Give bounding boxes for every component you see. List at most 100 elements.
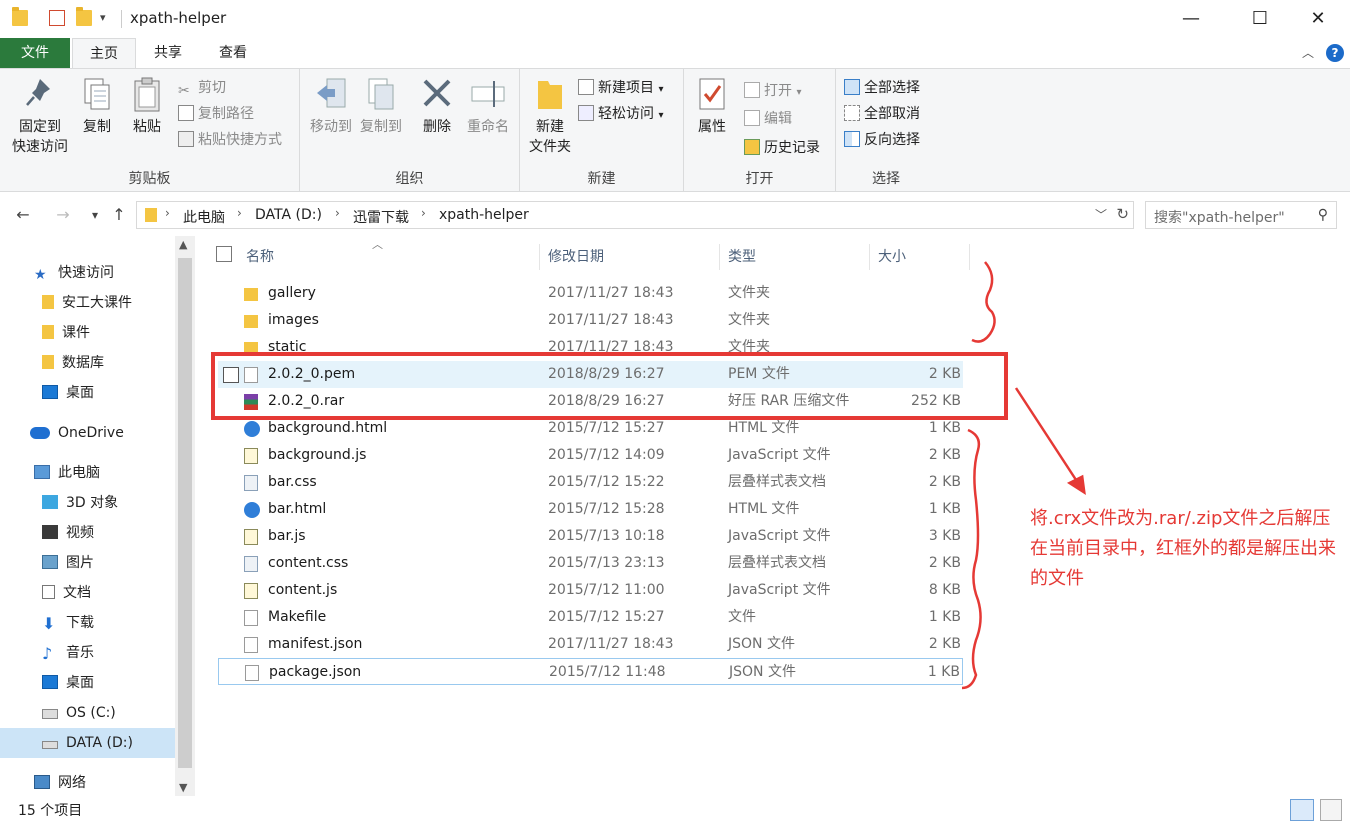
copy-to-button[interactable]: 复制到 bbox=[356, 75, 406, 137]
close-button[interactable]: ✕ bbox=[1295, 0, 1341, 38]
nav-label: DATA (D:) bbox=[66, 735, 133, 751]
star-icon: ★ bbox=[34, 267, 47, 283]
nav-item-videos[interactable]: 视频 bbox=[0, 518, 175, 548]
nav-item-course-1[interactable]: 安工大课件 bbox=[0, 288, 175, 318]
css-icon bbox=[244, 475, 258, 491]
nav-item-data-d[interactable]: DATA (D:) bbox=[0, 728, 175, 758]
nav-item-downloads[interactable]: ⬇ 下载 bbox=[0, 608, 175, 638]
nav-label: 桌面 bbox=[66, 675, 94, 691]
nav-item-desktop[interactable]: 桌面 bbox=[0, 668, 175, 698]
breadcrumb-this-pc[interactable]: 此电脑 bbox=[183, 207, 225, 227]
minimize-button[interactable]: — bbox=[1168, 0, 1214, 38]
scroll-up-icon[interactable]: ▲ bbox=[179, 238, 187, 251]
breadcrumb-xpath-helper[interactable]: xpath-helper bbox=[439, 207, 529, 223]
forward-button[interactable]: → bbox=[50, 202, 76, 228]
properties-button[interactable]: 属性 bbox=[692, 75, 732, 137]
delete-button[interactable]: 删除 bbox=[416, 75, 458, 137]
rename-button[interactable]: 重命名 bbox=[462, 75, 514, 137]
open-button[interactable]: 打开 ▾ bbox=[744, 79, 801, 103]
nav-item-desktop-quick[interactable]: 桌面 bbox=[0, 378, 175, 408]
tab-file[interactable]: 文件 bbox=[0, 38, 70, 68]
pin-quick-access-button[interactable]: 固定到 快速访问 bbox=[8, 75, 72, 157]
nav-item-os-c[interactable]: OS (C:) bbox=[0, 698, 175, 728]
address-input[interactable]: › 此电脑 › DATA (D:) › 迅雷下载 › xpath-helper … bbox=[136, 201, 1134, 229]
file-row[interactable]: bar.js 2015/7/13 10:18 JavaScript 文件 3 KB bbox=[218, 523, 963, 550]
select-all-button[interactable]: 全部选择 bbox=[844, 76, 920, 100]
up-button[interactable]: ↑ bbox=[106, 202, 132, 228]
nav-this-pc[interactable]: 此电脑 bbox=[0, 458, 175, 488]
file-row[interactable]: bar.html 2015/7/12 15:28 HTML 文件 1 KB bbox=[218, 496, 963, 523]
column-header-size[interactable]: 大小 bbox=[870, 244, 970, 270]
file-row[interactable]: package.json 2015/7/12 11:48 JSON 文件 1 KB bbox=[218, 658, 963, 685]
delete-icon bbox=[419, 75, 455, 113]
breadcrumb-data-drive[interactable]: DATA (D:) bbox=[255, 207, 322, 223]
breadcrumb-downloads[interactable]: 迅雷下载 bbox=[353, 207, 409, 227]
column-header-name[interactable]: 名称 bbox=[238, 244, 540, 270]
nav-network[interactable]: 网络 bbox=[0, 768, 175, 798]
invert-selection-button[interactable]: 反向选择 bbox=[844, 128, 920, 152]
copy-path-button[interactable]: 复制路径 bbox=[178, 102, 254, 126]
collapse-ribbon-icon[interactable]: ︿ bbox=[1302, 44, 1314, 61]
copy-path-icon bbox=[178, 105, 194, 121]
new-item-button[interactable]: 新建项目 ▾ bbox=[578, 76, 663, 100]
navigation-pane: ★ 快速访问 安工大课件 课件 数据库 桌面 OneDrive 此电脑 3D 对象… bbox=[0, 236, 196, 796]
file-row[interactable]: content.js 2015/7/12 11:00 JavaScript 文件 8 … bbox=[218, 577, 963, 604]
select-none-button[interactable]: 全部取消 bbox=[844, 102, 920, 126]
nav-item-database[interactable]: 数据库 bbox=[0, 348, 175, 378]
customize-toolbar-icon[interactable]: ▾ bbox=[100, 11, 106, 24]
nav-item-course-2[interactable]: 课件 bbox=[0, 318, 175, 348]
copy-button[interactable]: 复制 bbox=[76, 75, 118, 137]
refresh-icon[interactable]: ↻ bbox=[1116, 205, 1129, 223]
edit-button[interactable]: 编辑 bbox=[744, 107, 792, 131]
history-button[interactable]: 历史记录 bbox=[744, 136, 820, 160]
column-header-date[interactable]: 修改日期 bbox=[540, 244, 720, 270]
large-icons-view-icon[interactable] bbox=[1320, 799, 1342, 821]
help-icon[interactable]: ? bbox=[1326, 44, 1344, 62]
nav-onedrive[interactable]: OneDrive bbox=[0, 418, 175, 448]
scroll-down-icon[interactable]: ▼ bbox=[179, 781, 187, 794]
nav-quick-access[interactable]: ★ 快速访问 bbox=[0, 258, 175, 288]
file-icon bbox=[245, 665, 259, 681]
file-row[interactable]: bar.css 2015/7/12 15:22 层叠样式表文档 2 KB bbox=[218, 469, 963, 496]
tab-home[interactable]: 主页 bbox=[72, 38, 136, 68]
file-row[interactable]: gallery 2017/11/27 18:43 文件夹 bbox=[218, 280, 963, 307]
back-button[interactable]: ← bbox=[10, 202, 36, 228]
nav-item-pictures[interactable]: 图片 bbox=[0, 548, 175, 578]
paste-shortcut-icon bbox=[178, 131, 194, 147]
file-row[interactable]: Makefile 2015/7/12 15:27 文件 1 KB bbox=[218, 604, 963, 631]
tab-view[interactable]: 查看 bbox=[200, 38, 266, 68]
paste-button[interactable]: 粘贴 bbox=[126, 75, 168, 137]
details-view-icon[interactable] bbox=[1290, 799, 1314, 821]
easy-access-button[interactable]: 轻松访问 ▾ bbox=[578, 102, 663, 126]
move-to-button[interactable]: 移动到 bbox=[306, 75, 356, 137]
file-row[interactable]: manifest.json 2017/11/27 18:43 JSON 文件 2 KB bbox=[218, 631, 963, 658]
maximize-button[interactable]: ☐ bbox=[1237, 0, 1283, 38]
tab-share[interactable]: 共享 bbox=[136, 38, 200, 68]
search-icon: ⚲ bbox=[1317, 207, 1328, 223]
select-all-checkbox[interactable] bbox=[216, 246, 232, 262]
file-name: package.json bbox=[269, 664, 362, 680]
nav-scrollbar[interactable]: ▲ ▼ bbox=[175, 236, 195, 796]
chevron-down-icon[interactable]: ﹀ bbox=[1095, 206, 1107, 223]
file-row[interactable]: background.js 2015/7/12 14:09 JavaScript 文… bbox=[218, 442, 963, 469]
recent-locations-button[interactable]: ▾ bbox=[82, 202, 108, 228]
paste-shortcut-button[interactable]: 粘贴快捷方式 bbox=[178, 128, 282, 152]
properties-icon[interactable] bbox=[49, 10, 65, 26]
cut-button[interactable]: ✂ 剪切 bbox=[178, 76, 226, 100]
nav-item-documents[interactable]: 文档 bbox=[0, 578, 175, 608]
file-size: 3 KB bbox=[928, 528, 961, 544]
new-folder-button[interactable]: 新建 文件夹 bbox=[526, 75, 574, 157]
nav-item-3d-objects[interactable]: 3D 对象 bbox=[0, 488, 175, 518]
move-to-icon bbox=[313, 75, 349, 113]
file-size: 2 KB bbox=[928, 636, 961, 652]
file-row[interactable]: content.css 2015/7/13 23:13 层叠样式表文档 2 KB bbox=[218, 550, 963, 577]
js-icon bbox=[244, 583, 258, 599]
search-input[interactable]: 搜索"xpath-helper" ⚲ bbox=[1145, 201, 1337, 229]
nav-label: OneDrive bbox=[58, 425, 124, 441]
nav-item-music[interactable]: ♪ 音乐 bbox=[0, 638, 175, 668]
column-header-type[interactable]: 类型 bbox=[720, 244, 870, 270]
new-folder-icon[interactable] bbox=[76, 7, 92, 26]
scrollbar-thumb[interactable] bbox=[178, 258, 192, 768]
file-row[interactable]: images 2017/11/27 18:43 文件夹 bbox=[218, 307, 963, 334]
nav-label: 视频 bbox=[66, 525, 94, 541]
